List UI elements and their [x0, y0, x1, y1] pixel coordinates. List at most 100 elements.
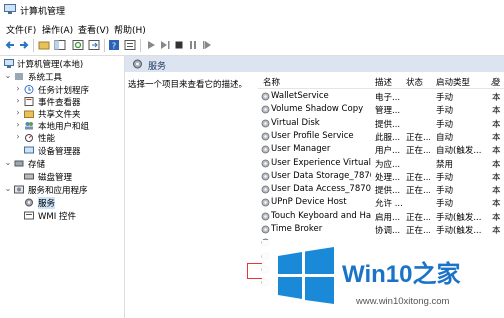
service-startup-type: 自动	[436, 132, 454, 143]
menu-action[interactable]: 操作(A)	[42, 23, 73, 36]
storage-icon	[14, 160, 24, 167]
service-row[interactable]: User Data Access_7870e 提供... 正在... 手动 本	[258, 183, 504, 196]
shared-folder-icon	[24, 110, 34, 118]
column-description[interactable]: 描述	[375, 76, 392, 88]
computer-icon	[4, 59, 14, 68]
service-logon: 本	[492, 186, 501, 197]
service-description: 提供...	[375, 186, 401, 197]
service-gear-icon	[261, 225, 270, 234]
collapse-arrow-icon[interactable]: ⌄	[4, 158, 12, 167]
tree-task-scheduler-label: 任务计划程序	[38, 86, 90, 96]
title-bar: 计算机管理	[0, 0, 504, 20]
service-status: 正在...	[406, 212, 430, 223]
tree-event-viewer-label: 事件查看器	[38, 98, 81, 108]
service-row[interactable]: User Manager 用户... 正在... 自动(触发... 本	[258, 143, 504, 156]
service-gear-icon	[261, 145, 270, 154]
event-log-icon	[24, 97, 34, 106]
users-icon	[25, 122, 33, 130]
column-startup-type[interactable]: 启动类型	[436, 76, 470, 88]
help-icon[interactable]: ?	[108, 39, 120, 51]
forward-icon[interactable]	[18, 39, 30, 51]
service-status: 正在...	[406, 132, 430, 143]
service-status: 正在...	[406, 172, 430, 183]
service-startup-type: 手动	[436, 106, 454, 117]
expand-arrow-icon[interactable]: ›	[14, 108, 22, 117]
service-status: 正在...	[406, 226, 430, 236]
service-startup-type: 自动(触发...	[436, 146, 482, 157]
scroll-up-icon[interactable]	[489, 78, 499, 88]
stop-icon[interactable]	[173, 39, 185, 51]
view-icon[interactable]	[124, 39, 136, 51]
menu-bar: 文件(F) 操作(A) 查看(V) 帮助(H)	[0, 20, 504, 36]
play-next-icon[interactable]	[159, 39, 171, 51]
toolbar: ?	[0, 36, 504, 56]
up-folder-icon[interactable]	[38, 39, 50, 51]
console-tree: 计算机管理(本地) ⌄ 系统工具 › 任务计划程序 › 事件查看器 › 共享文件…	[0, 56, 125, 318]
service-startup-type: 手动	[436, 172, 454, 183]
clock-icon	[24, 85, 34, 94]
collapse-arrow-icon[interactable]: ⌄	[4, 71, 12, 80]
service-row[interactable]: Virtual Disk 提供... 手动 本	[258, 117, 504, 130]
back-icon[interactable]	[4, 39, 16, 51]
column-status[interactable]: 状态	[406, 76, 423, 88]
expand-arrow-icon[interactable]: ›	[14, 84, 22, 93]
menu-help[interactable]: 帮助(H)	[114, 23, 146, 36]
tree-root-label: 计算机管理(本地)	[17, 60, 84, 70]
service-logon: 本	[492, 93, 501, 103]
service-row[interactable]: User Profile Service 此服... 正在... 自动 本	[258, 130, 504, 143]
windows-logo-icon	[278, 247, 334, 304]
tree-services-label: 服务	[38, 197, 56, 209]
performance-icon	[25, 134, 33, 142]
service-name: User Manager	[271, 144, 331, 155]
tree-local-users-label: 本地用户和组	[38, 122, 90, 132]
watermark-brand-suffix: 之家	[412, 261, 461, 288]
service-name: Virtual Disk	[271, 117, 320, 128]
service-status: 正在...	[406, 186, 430, 197]
service-gear-icon	[261, 172, 270, 181]
watermark-brand: Win10之家	[342, 254, 460, 289]
refresh-icon[interactable]	[72, 39, 84, 51]
tools-icon	[15, 73, 23, 80]
service-row[interactable]: Time Broker 协调... 正在... 手动(触发... 本	[258, 223, 504, 236]
service-row[interactable]: Touch Keyboard and Ha... 启用... 正在... 手动(触发.…	[258, 210, 504, 223]
service-logon: 本	[492, 159, 501, 170]
pause-icon[interactable]	[187, 39, 199, 51]
menu-view[interactable]: 查看(V)	[78, 23, 109, 36]
collapse-arrow-icon[interactable]: ⌄	[4, 184, 12, 193]
export-icon[interactable]	[88, 39, 100, 51]
service-name: UPnP Device Host	[271, 197, 347, 208]
tree-performance-label: 性能	[38, 134, 56, 144]
tree-system-tools-label: 系统工具	[28, 73, 63, 83]
service-startup-type: 禁用	[436, 159, 454, 170]
play-icon[interactable]	[145, 39, 157, 51]
restart-icon[interactable]	[201, 39, 213, 51]
service-row[interactable]: User Experience Virtualiz... 为应... 禁用 本	[258, 157, 504, 170]
expand-arrow-icon[interactable]: ›	[14, 96, 22, 105]
watermark-brand-main: Win10	[342, 261, 413, 288]
service-startup-type: 手动	[436, 199, 454, 210]
services-header-title: 服务	[148, 62, 167, 72]
column-name[interactable]: 名称	[263, 76, 280, 88]
service-gear-icon	[261, 132, 270, 141]
service-logon: 本	[492, 226, 501, 236]
services-apps-icon	[14, 185, 24, 194]
show-tree-icon[interactable]	[54, 39, 66, 51]
computer-management-icon	[4, 4, 16, 14]
service-row[interactable]: UPnP Device Host 允许 ... 手动 本	[258, 196, 504, 209]
service-name: User Data Storage_7870e	[271, 170, 371, 181]
description-prompt: 选择一个项目来查看它的描述。	[128, 80, 248, 90]
expand-arrow-icon[interactable]: ›	[14, 132, 22, 141]
service-name: User Profile Service	[271, 130, 354, 141]
service-logon: 本	[492, 106, 501, 117]
service-startup-type: 手动	[436, 93, 454, 103]
service-row[interactable]: WalletService 电子... 手动 本	[258, 90, 504, 103]
tree-device-manager-label: 设备管理器	[38, 147, 81, 157]
expand-arrow-icon[interactable]: ›	[14, 120, 22, 129]
menu-file[interactable]: 文件(F)	[6, 23, 36, 36]
service-name: User Experience Virtualiz...	[271, 157, 371, 168]
services-gear-icon	[25, 198, 33, 207]
service-row[interactable]: Volume Shadow Copy 管理... 手动 本	[258, 103, 504, 116]
tree-services-apps-label: 服务和应用程序	[28, 186, 88, 196]
service-logon: 本	[492, 199, 501, 210]
service-row[interactable]: User Data Storage_7870e 处理... 正在... 手动 本	[258, 170, 504, 183]
